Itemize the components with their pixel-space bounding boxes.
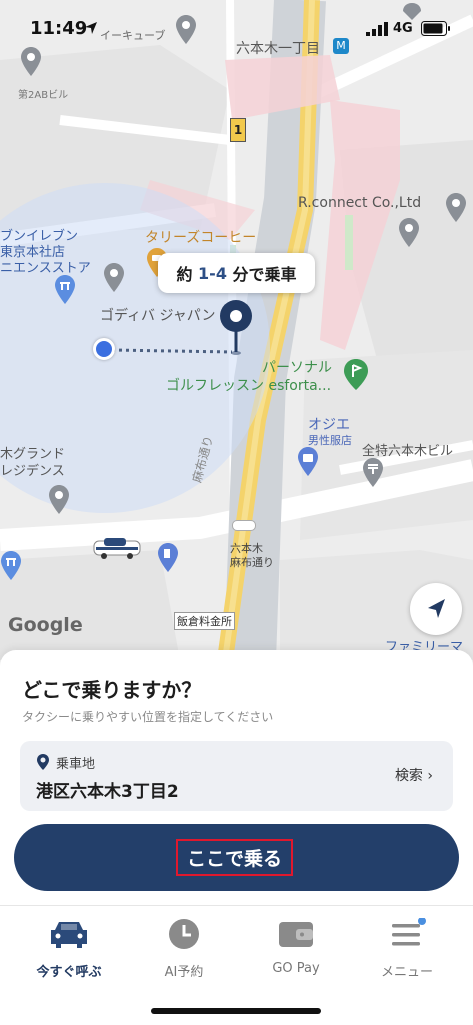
tab-label: GO Pay — [272, 961, 320, 976]
map-label-grand2: レジデンス — [0, 464, 65, 479]
current-location-dot — [93, 338, 115, 360]
home-indicator[interactable] — [151, 1008, 321, 1014]
poi-pin-icon[interactable] — [103, 262, 125, 294]
confirm-pickup-label: ここで乗る — [176, 839, 293, 876]
post-office-pin-icon[interactable] — [362, 457, 384, 489]
signal-icon — [366, 22, 388, 36]
map-label-rconnect: R.connect Co.,Ltd — [298, 195, 422, 211]
taxi-car-icon — [93, 538, 141, 559]
eta-tooltip: 約 1-4 分で乗車 — [158, 253, 315, 293]
poi-pin-icon[interactable] — [445, 192, 467, 224]
route-marker: 1 — [230, 118, 246, 142]
map-label-tullys: タリーズコーヒー — [145, 230, 257, 246]
pickup-location-field[interactable]: 乗車地 港区六本木3丁目2 検索 › — [20, 741, 453, 811]
map-label-azabu-stop2: 麻布通り — [230, 556, 274, 569]
status-time: 11:49 — [30, 18, 88, 39]
tab-ai-reservation[interactable]: AI予約 — [125, 906, 243, 996]
status-bar: 11:49 4G — [0, 0, 473, 54]
traffic-light-icon — [232, 520, 256, 531]
menu-icon — [392, 918, 426, 946]
location-arrow-icon — [85, 22, 97, 34]
map-label-seven3: ニエンスストア — [0, 261, 91, 276]
sheet-title: どこで乗りますか？ — [22, 678, 202, 702]
tab-label: 今すぐ呼ぶ — [36, 965, 102, 980]
google-logo: Google — [8, 614, 83, 636]
shopping-pin-icon[interactable] — [297, 446, 319, 478]
eta-prefix: 約 — [176, 265, 199, 284]
poi-pin-icon[interactable] — [48, 484, 70, 516]
battery-icon — [421, 21, 450, 36]
shrine-pin-icon[interactable] — [54, 274, 76, 306]
map-label-ojie1: オジエ — [308, 417, 350, 433]
tab-menu[interactable]: メニュー — [348, 906, 466, 996]
search-link[interactable]: 検索 › — [395, 765, 433, 785]
pickup-pin-icon[interactable] — [218, 298, 254, 356]
confirm-pickup-button[interactable]: ここで乗る — [14, 824, 459, 891]
map-label-golf2: ゴルフレッスン esforta... — [166, 378, 332, 394]
taxi-icon — [51, 922, 87, 948]
tab-bar: 今すぐ呼ぶ AI予約 GO Pay メニュー — [0, 905, 473, 1025]
pickup-label: 乗車地 — [56, 757, 96, 772]
clock-icon — [169, 919, 199, 949]
map-label-iikura: 飯倉料金所 — [174, 612, 235, 630]
recenter-button[interactable] — [410, 583, 462, 635]
network-type: 4G — [393, 21, 413, 36]
sheet-subtitle: タクシーに乗りやすい位置を指定してください — [22, 710, 274, 724]
tab-label: AI予約 — [164, 965, 204, 980]
navigation-arrow-icon — [428, 599, 445, 618]
location-pin-icon — [37, 754, 49, 770]
tab-label: メニュー — [380, 965, 433, 980]
map-label-golf1: パーソナル — [262, 360, 332, 376]
eta-range: 1-4 — [198, 263, 227, 283]
shrine-pin-icon[interactable] — [0, 550, 22, 582]
eta-suffix: 分で乗車 — [226, 265, 297, 284]
wallet-icon — [279, 922, 313, 947]
poi-pin-icon[interactable] — [398, 217, 420, 249]
map-view[interactable]: 六本木一丁目 M イーキューブ 第2ABビル R.connect Co.,Ltd… — [0, 0, 473, 660]
golf-pin-icon[interactable] — [343, 358, 369, 392]
tab-go-pay[interactable]: GO Pay — [237, 906, 355, 996]
pickup-address: 港区六本木3丁目2 — [36, 782, 179, 802]
map-label-2ab: 第2ABビル — [18, 90, 69, 101]
gas-station-pin-icon[interactable] — [157, 542, 179, 574]
tab-call-now[interactable]: 今すぐ呼ぶ — [10, 906, 128, 996]
